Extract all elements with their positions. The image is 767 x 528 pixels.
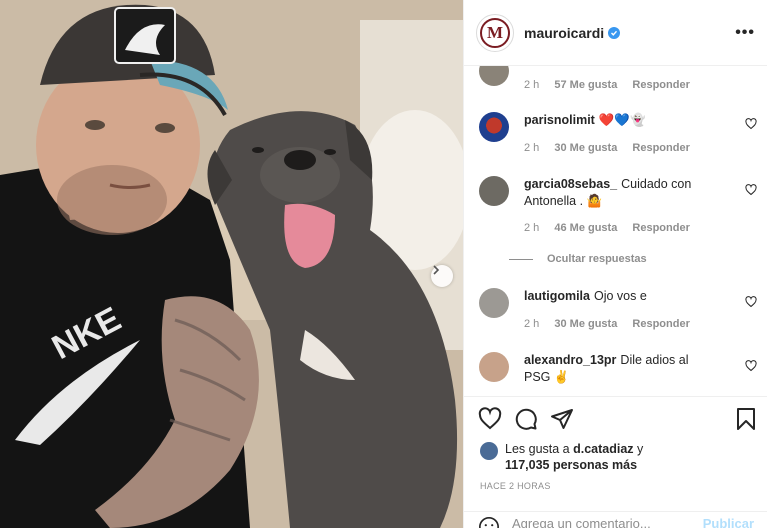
next-photo-button[interactable] xyxy=(431,265,453,287)
comments-list: 2 h 57 Me gusta Responder parisnolimit ❤️… xyxy=(464,66,767,396)
like-comment-heart-icon[interactable] xyxy=(745,296,757,308)
comment-avatar[interactable] xyxy=(479,176,509,206)
comment-reply-button[interactable]: Responder xyxy=(632,79,689,91)
comment-meta: 2 h 57 Me gusta Responder xyxy=(524,79,702,91)
verified-badge-icon xyxy=(608,26,621,39)
comment-username[interactable]: parisnolimit xyxy=(524,113,595,127)
publish-button[interactable]: Publicar xyxy=(703,516,754,528)
likes-prefix: Les gusta a xyxy=(505,442,570,456)
likes-text: Les gusta a d.catadiaz y 117,035 persona… xyxy=(505,441,643,473)
comment-meta: 2 h 30 Me gusta Responder xyxy=(524,318,702,330)
comment-reply-button[interactable]: Responder xyxy=(632,222,689,234)
comment-likes[interactable]: 30 Me gusta xyxy=(554,142,617,154)
comment-avatar[interactable] xyxy=(479,66,509,86)
add-comment-bar: Publicar xyxy=(464,511,767,528)
like-comment-heart-icon[interactable] xyxy=(745,118,757,130)
comment-text: parisnolimit ❤️💙👻 xyxy=(524,112,729,129)
comment-username[interactable]: lautigomila xyxy=(524,289,590,303)
comment-time: 2 h xyxy=(524,222,540,234)
comment-avatar[interactable] xyxy=(479,352,509,382)
liker-avatar[interactable] xyxy=(480,442,498,460)
avatar-logo-text: M xyxy=(480,17,510,48)
comment-time: 2 h xyxy=(524,318,540,330)
like-comment-heart-icon[interactable] xyxy=(745,360,757,372)
comment-text: alexandro_13pr Dile adios al PSG ✌️ xyxy=(524,352,714,386)
liker-username[interactable]: d.catadiaz xyxy=(573,442,633,456)
comment-input[interactable] xyxy=(512,516,692,528)
comment-text: garcia08sebas_ Cuidado con Antonella . 🤷 xyxy=(524,176,699,210)
post-side-panel: M mauroicardi ••• 2 h 57 Me gusta Respon… xyxy=(463,0,767,528)
comment-username[interactable]: alexandro_13pr xyxy=(524,353,616,367)
more-options-icon[interactable]: ••• xyxy=(735,24,755,42)
comment-time: 2 h xyxy=(524,79,540,91)
profile-avatar[interactable]: M xyxy=(476,13,514,52)
profile-username[interactable]: mauroicardi xyxy=(524,25,604,41)
like-comment-heart-icon[interactable] xyxy=(745,184,757,196)
comment-text: lautigomila Ojo vos e xyxy=(524,288,729,305)
comment-avatar[interactable] xyxy=(479,112,509,142)
hide-replies-button[interactable]: Ocultar respuestas xyxy=(509,253,647,265)
comment-bubble-icon[interactable] xyxy=(514,407,538,431)
comment-likes[interactable]: 46 Me gusta xyxy=(554,222,617,234)
photo-illustration: NKE xyxy=(0,0,463,528)
chevron-right-icon xyxy=(433,265,440,275)
comment-meta: 2 h 30 Me gusta Responder xyxy=(524,142,702,154)
comment-body: Ojo vos e xyxy=(593,289,647,303)
comment-likes[interactable]: 57 Me gusta xyxy=(554,79,617,91)
comment-likes[interactable]: 30 Me gusta xyxy=(554,318,617,330)
post-time[interactable]: HACE 2 HORAS xyxy=(480,481,551,491)
comment-reply-button[interactable]: Responder xyxy=(632,318,689,330)
likes-summary: Les gusta a d.catadiaz y 117,035 persona… xyxy=(480,441,643,473)
comment-body: ❤️💙👻 xyxy=(598,113,646,127)
comment-username[interactable]: garcia08sebas_ xyxy=(524,177,617,191)
post-header: M mauroicardi ••• xyxy=(464,0,767,66)
comment-reply-button[interactable]: Responder xyxy=(632,142,689,154)
comment-avatar[interactable] xyxy=(479,288,509,318)
likes-count[interactable]: 117,035 personas más xyxy=(505,458,637,472)
likes-suffix: y xyxy=(637,442,644,456)
post-photo: NKE xyxy=(0,0,463,528)
comment-time: 2 h xyxy=(524,142,540,154)
emoji-icon[interactable] xyxy=(478,516,500,528)
post-actions: Les gusta a d.catadiaz y 117,035 persona… xyxy=(464,396,767,528)
like-heart-icon[interactable] xyxy=(478,407,502,431)
action-icons xyxy=(478,407,586,431)
comment-meta: 2 h 46 Me gusta Responder xyxy=(524,222,702,234)
bookmark-icon[interactable] xyxy=(735,407,757,431)
hide-replies-line xyxy=(509,258,533,260)
hide-replies-label: Ocultar respuestas xyxy=(547,253,647,265)
share-plane-icon[interactable] xyxy=(550,407,574,431)
